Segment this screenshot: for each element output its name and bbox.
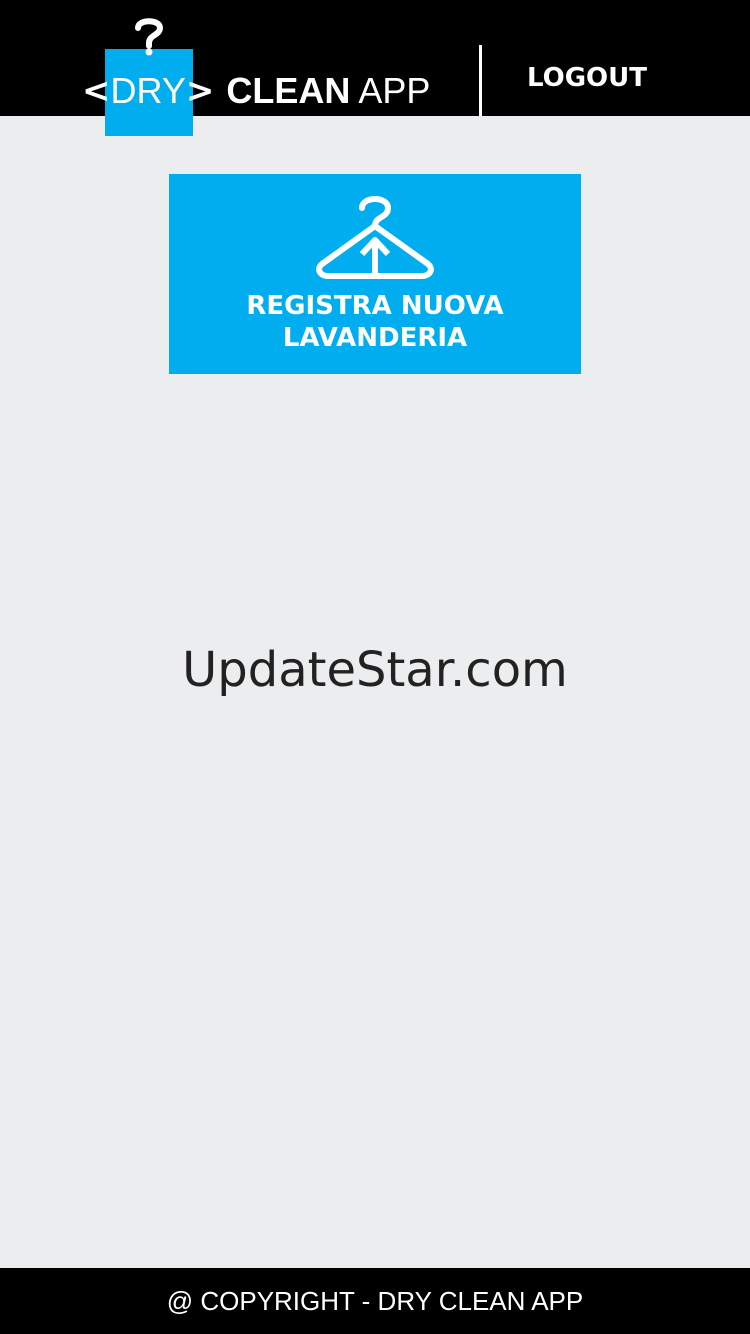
- hanger-hook-icon: [135, 18, 164, 56]
- logout-button[interactable]: LOGOUT: [520, 58, 654, 98]
- logo-clean-text: CLEAN: [226, 70, 351, 111]
- logo-left-chevron: <: [82, 71, 111, 111]
- logo-app-text: APP: [358, 70, 431, 111]
- footer-copyright: @ COPYRIGHT - DRY CLEAN APP: [0, 1268, 750, 1334]
- header-divider: [479, 45, 482, 116]
- logo-right-chevron: >: [185, 71, 215, 111]
- app-logo: < DRY > CLEAN APP: [82, 68, 430, 114]
- register-label-line1: REGISTRA NUOVA: [246, 291, 504, 321]
- watermark-text: UpdateStar.com: [182, 642, 568, 698]
- logo-dry-text: DRY: [110, 70, 186, 111]
- hanger-upload-icon: [316, 196, 434, 279]
- register-label-line2: LAVANDERIA: [282, 323, 468, 353]
- register-button-label: REGISTRA NUOVA LAVANDERIA: [169, 290, 581, 354]
